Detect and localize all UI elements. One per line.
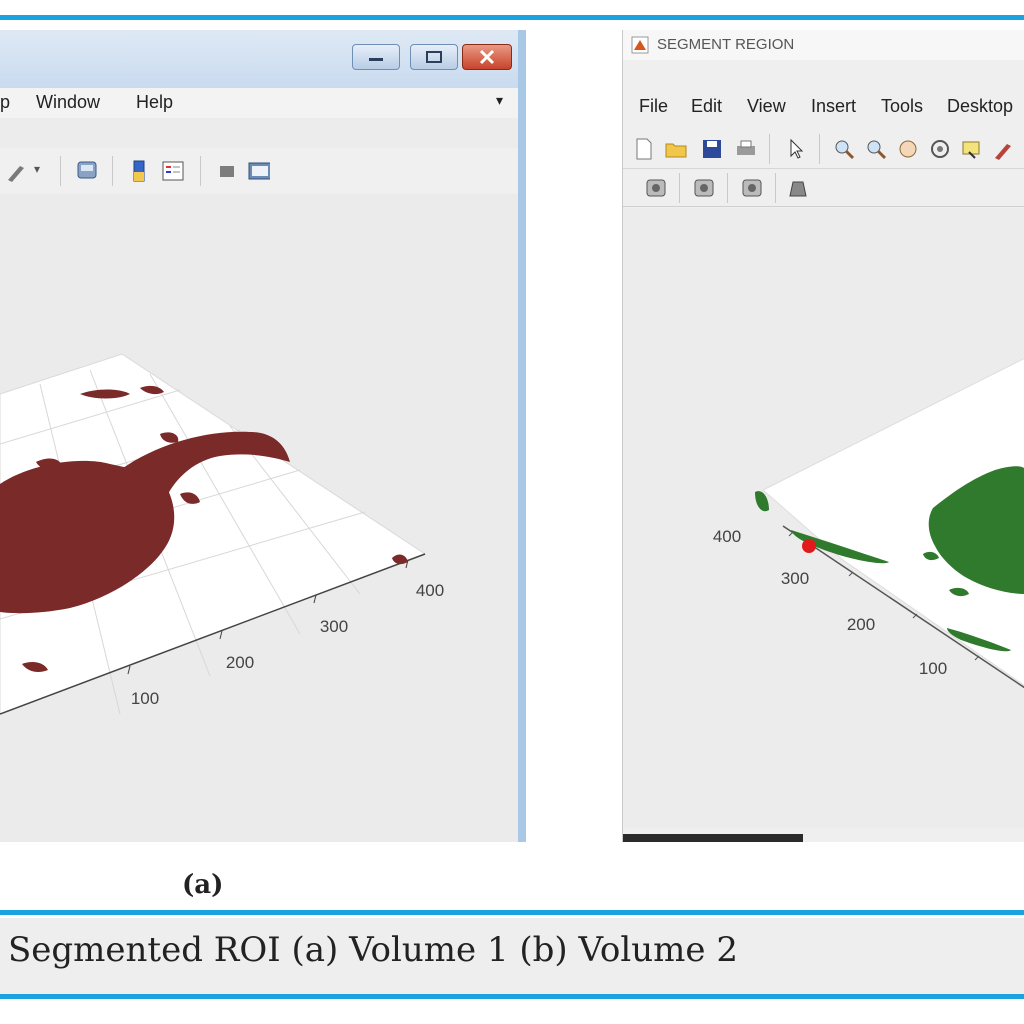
camera-light-icon[interactable] [693, 177, 715, 199]
segmented-volume-plot-b: 400 300 200 100 [713, 357, 1024, 689]
menu-tools[interactable]: Tools [881, 96, 923, 117]
y-tick-label: 200 [847, 615, 875, 634]
hide-plot-tools-icon[interactable] [216, 160, 238, 182]
toolbar-separator [727, 173, 728, 203]
toolbar-separator [769, 134, 770, 164]
close-icon [479, 49, 495, 65]
colorbar-icon[interactable] [128, 160, 150, 182]
plot-area-b[interactable]: 400 300 200 100 [623, 208, 1024, 828]
camera-orbit-icon[interactable] [645, 177, 667, 199]
new-figure-icon[interactable] [633, 138, 655, 160]
x-tick-label: 200 [226, 653, 254, 672]
region-b-blob-1 [755, 491, 769, 512]
menu-file[interactable]: File [639, 96, 668, 117]
pan-icon[interactable] [897, 138, 919, 160]
toolbar-separator [60, 156, 61, 186]
y-tick-label: 300 [781, 569, 809, 588]
dropdown-arrow-icon[interactable]: ▾ [34, 162, 40, 176]
menu-bar-b: File Edit View Insert Tools Desktop [623, 92, 1024, 120]
y-tick-label: 400 [713, 527, 741, 546]
save-icon[interactable] [701, 138, 723, 160]
menu-help[interactable]: Help [136, 92, 173, 113]
plot-area-a[interactable]: 100 200 300 400 [0, 194, 518, 842]
toolbar-a: ▾ [0, 148, 518, 195]
open-file-icon[interactable] [665, 138, 687, 160]
toolbar-separator [679, 173, 680, 203]
camera-roll-icon[interactable] [787, 177, 809, 199]
menu-desktop[interactable]: p [0, 92, 10, 113]
toolbar-separator [775, 173, 776, 203]
toolbar-b-secondary [623, 170, 1024, 207]
segmented-volume-plot-a: 100 200 300 400 [0, 353, 444, 715]
matlab-logo-icon [631, 36, 649, 54]
menu-desktop[interactable]: Desktop [947, 96, 1013, 117]
figure-caption: Segmented ROI (a) Volume 1 (b) Volume 2 [8, 930, 738, 970]
restore-icon [426, 51, 442, 63]
minimize-button[interactable] [352, 44, 400, 70]
show-plot-tools-icon[interactable] [248, 160, 270, 182]
menu-bar-a: p Window Help ▾ [0, 88, 518, 118]
status-bar-b [623, 834, 803, 842]
seed-point-marker[interactable] [802, 539, 816, 553]
x-tick-label: 100 [131, 689, 159, 708]
caption-top-rule [0, 910, 1024, 915]
zoom-in-icon[interactable] [833, 138, 855, 160]
figure-window-b: SEGMENT REGION File Edit View Insert Too… [622, 30, 1024, 842]
figure-window-a: p Window Help ▾ ▾ 100 200 300 400 [0, 30, 526, 842]
menu-window[interactable]: Window [36, 92, 100, 113]
title-bar-b: SEGMENT REGION [623, 30, 1024, 60]
restore-button[interactable] [410, 44, 458, 70]
toolbar-b-primary [623, 130, 1024, 169]
rotate-3d-icon[interactable] [929, 138, 951, 160]
brush-icon[interactable] [993, 138, 1015, 160]
window-title: SEGMENT REGION [657, 36, 795, 53]
camera-pan-icon[interactable] [741, 177, 763, 199]
y-tick-label: 100 [919, 659, 947, 678]
toolbar-separator [819, 134, 820, 164]
pointer-icon[interactable] [785, 138, 807, 160]
print-icon[interactable] [735, 138, 757, 160]
panel-label-a: (a) [182, 870, 224, 900]
zoom-out-icon[interactable] [865, 138, 887, 160]
menu-insert[interactable]: Insert [811, 96, 856, 117]
data-cursor-icon[interactable] [961, 138, 983, 160]
brush-icon[interactable] [6, 160, 28, 182]
menu-overflow-icon[interactable]: ▾ [496, 92, 503, 109]
top-rule [0, 15, 1024, 20]
x-tick-label: 300 [320, 617, 348, 636]
minimize-icon [369, 58, 383, 61]
toolbar-separator [112, 156, 113, 186]
toolbar-separator [200, 156, 201, 186]
legend-icon[interactable] [162, 160, 184, 182]
menu-view[interactable]: View [747, 96, 786, 117]
link-plot-icon[interactable] [76, 160, 98, 182]
caption-bottom-rule [0, 994, 1024, 999]
x-tick-label: 400 [416, 581, 444, 600]
menu-edit[interactable]: Edit [691, 96, 722, 117]
title-bar-a [0, 30, 518, 88]
close-button[interactable] [462, 44, 512, 70]
